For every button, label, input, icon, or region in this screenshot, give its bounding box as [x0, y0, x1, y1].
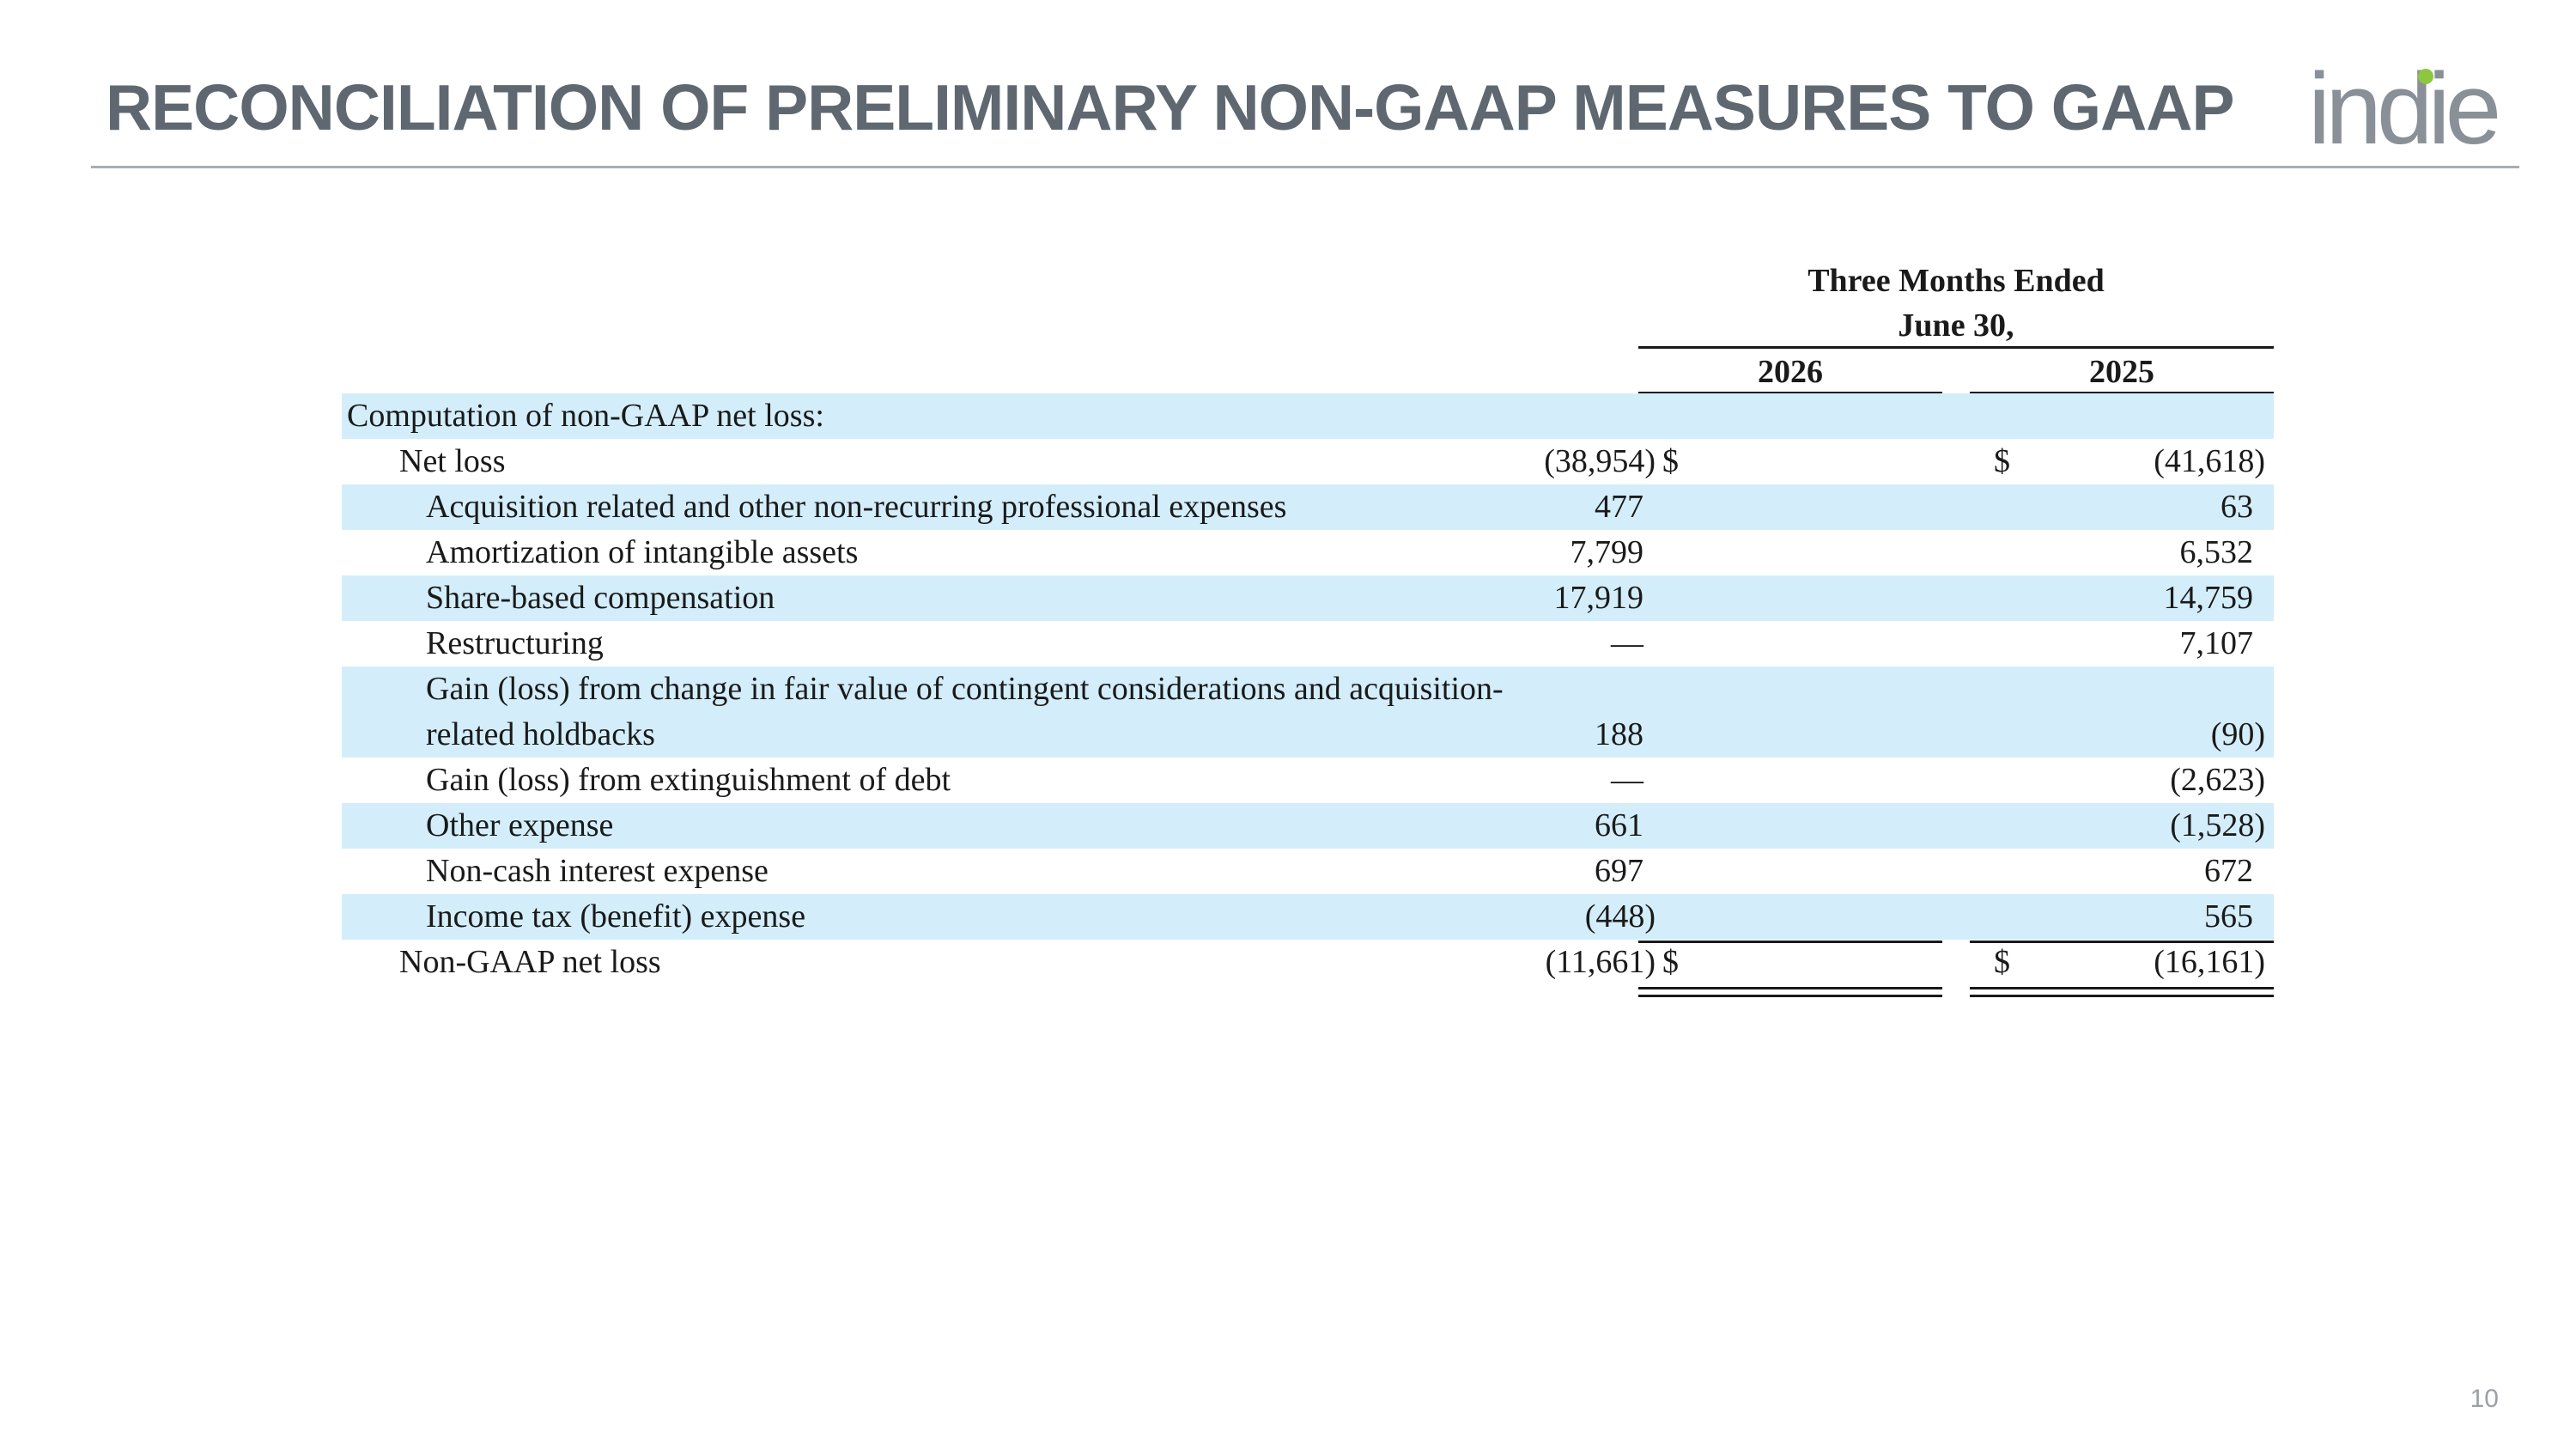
table-row: Restructuring — 7,107: [342, 621, 2274, 667]
table-row: Acquisition related and other non-recurr…: [342, 484, 2274, 530]
value-2025: (16,161): [2154, 944, 2265, 980]
value-2025: 565: [2204, 898, 2253, 935]
table-row: Share-based compensation 17,919 14,759: [342, 575, 2274, 621]
value-2026: 477: [1595, 489, 1643, 525]
period-header-line-2: June 30,: [1898, 307, 2014, 344]
row-label-line-2: related holdbacks: [426, 716, 655, 752]
table-row: Computation of non-GAAP net loss:: [342, 393, 2274, 439]
page-title: RECONCILIATION OF PRELIMINARY NON-GAAP M…: [106, 71, 2234, 143]
table-row: Net loss $ (38,954) $ (41,618): [342, 439, 2274, 484]
value-2025: 63: [2221, 489, 2253, 525]
row-label: Gain (loss) from extinguishment of debt: [426, 762, 951, 798]
value-2026: 661: [1595, 807, 1643, 843]
value-2026: (448): [1584, 898, 1656, 935]
table-row: Income tax (benefit) expense (448) 565: [342, 894, 2274, 940]
value-2025: (2,623): [2170, 762, 2265, 798]
value-2025: 672: [2204, 853, 2253, 889]
period-header-line-1: Three Months Ended: [1807, 263, 2105, 299]
value-2026: —: [1611, 625, 1643, 661]
value-2026: 697: [1595, 853, 1643, 889]
value-2026: 17,919: [1553, 580, 1644, 616]
row-label: Non-cash interest expense: [426, 853, 769, 889]
column-header-2026: 2026: [1758, 354, 1823, 390]
row-label: Net loss: [399, 443, 506, 479]
value-2026: (11,661): [1545, 944, 1656, 980]
value-2026: 188: [1595, 716, 1643, 752]
value-2026: (38,954): [1544, 443, 1656, 479]
row-label: Amortization of intangible assets: [426, 534, 859, 570]
table-row: Amortization of intangible assets 7,799 6,…: [342, 530, 2274, 575]
title-divider: [91, 166, 2519, 168]
row-label: Share-based compensation: [426, 580, 775, 616]
period-header-rule: [1638, 346, 2274, 349]
table-row: Other expense 661 (1,528): [342, 803, 2274, 849]
table-row: Gain (loss) from change in fair value of…: [342, 667, 2274, 758]
value-2025: (1,528): [2170, 807, 2265, 843]
subtotal-rule-2025: [1970, 941, 2274, 943]
value-2025: (41,618): [2154, 443, 2265, 479]
indie-logo: indie: [2308, 52, 2506, 166]
value-2026: —: [1611, 762, 1643, 798]
row-label: Acquisition related and other non-recurr…: [426, 489, 1287, 525]
value-2026: 7,799: [1570, 534, 1644, 570]
row-label: Computation of non-GAAP net loss:: [347, 398, 824, 434]
logo-text: indie: [2308, 52, 2501, 166]
row-label: Non-GAAP net loss: [399, 944, 661, 980]
value-2025: 14,759: [2163, 580, 2254, 616]
total-double-rule-2026: [1638, 987, 1942, 997]
logo-accent-dot: [2418, 69, 2433, 84]
row-label: Gain (loss) from change in fair value of…: [426, 667, 1504, 758]
row-label: Income tax (benefit) expense: [426, 898, 806, 935]
currency-symbol: $: [1662, 944, 1679, 980]
total-double-rule-2025: [1970, 987, 2274, 997]
subtotal-rule-2026: [1638, 941, 1942, 943]
page-number: 10: [2470, 1385, 2499, 1413]
row-label: Other expense: [426, 807, 614, 843]
table-row: Gain (loss) from extinguishment of debt —…: [342, 758, 2274, 803]
column-header-2025: 2025: [2089, 354, 2154, 390]
table-row: Non-GAAP net loss $ (11,661) $ (16,161): [342, 940, 2274, 985]
currency-symbol: $: [1662, 443, 1679, 479]
value-2025: (90): [2210, 716, 2265, 752]
value-2025: 6,532: [2179, 534, 2254, 570]
row-label: Restructuring: [426, 625, 604, 661]
table-row: Non-cash interest expense 697 672: [342, 849, 2274, 894]
row-label-line-1: Gain (loss) from change in fair value of…: [426, 671, 1504, 707]
value-2025: 7,107: [2179, 625, 2254, 661]
reconciliation-table: Computation of non-GAAP net loss: Net los…: [342, 393, 2274, 985]
